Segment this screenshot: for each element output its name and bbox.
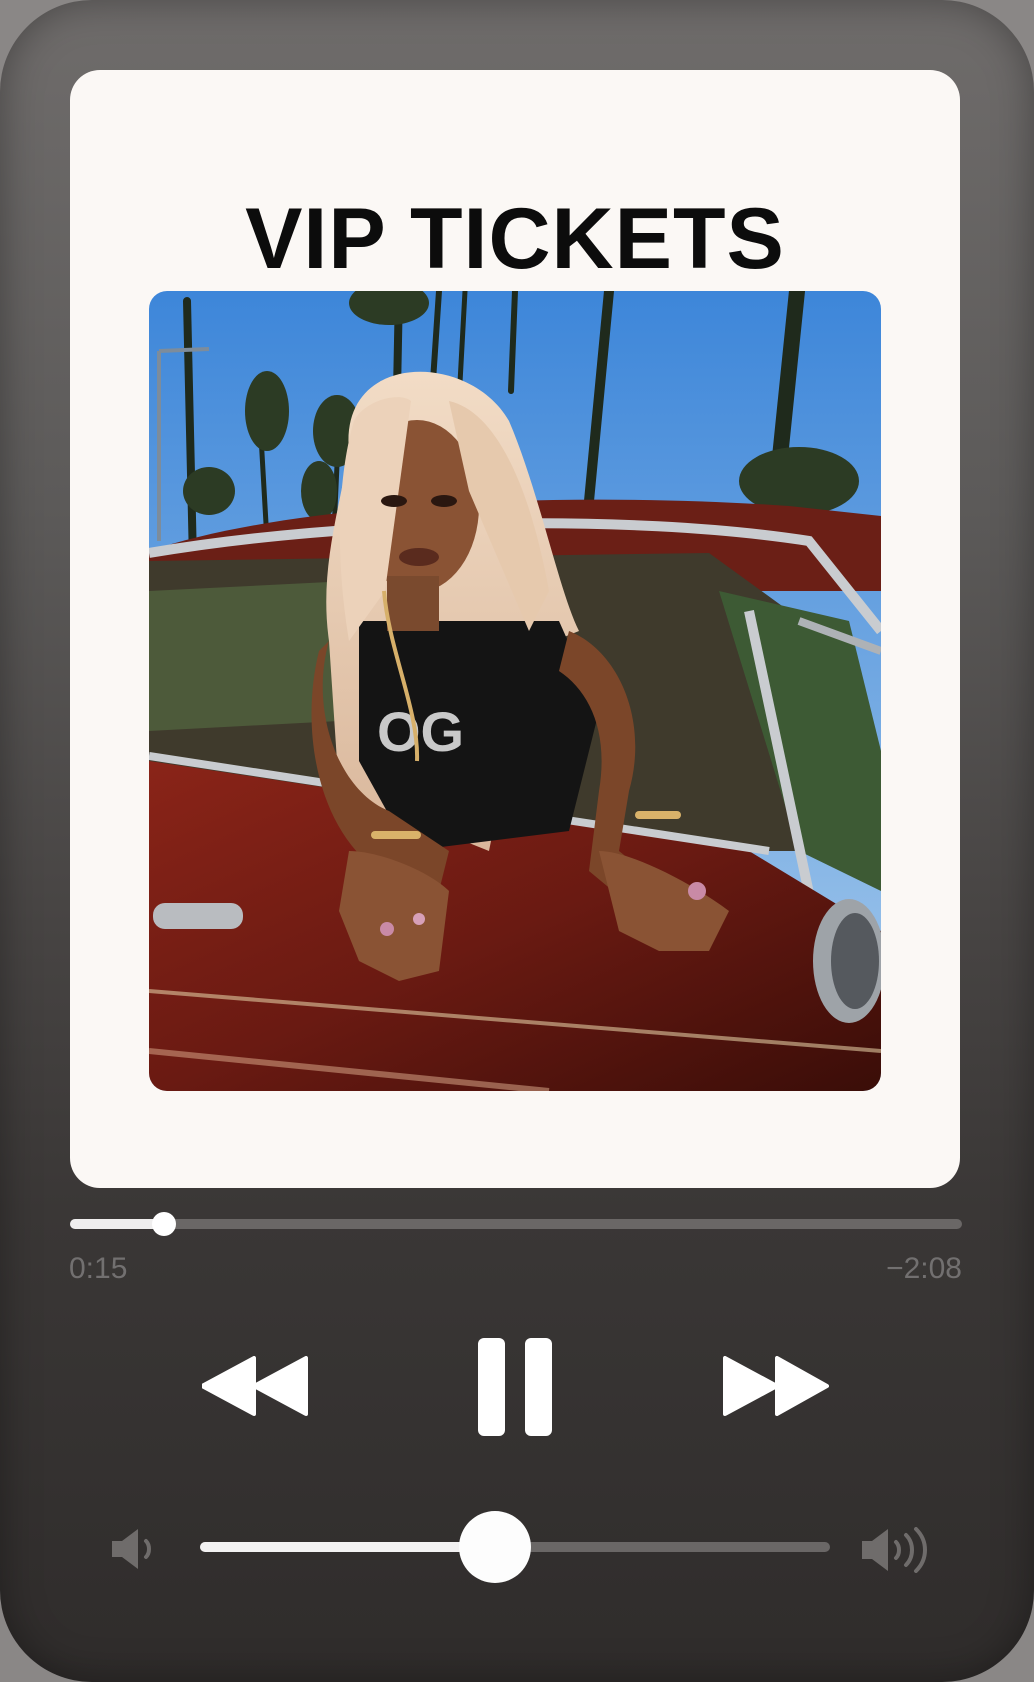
fast-forward-icon <box>723 1356 829 1416</box>
svg-text:OG: OG <box>377 700 464 763</box>
playback-progress-fill <box>70 1219 164 1229</box>
playback-scrubber-knob[interactable] <box>151 1212 176 1236</box>
remaining-time: −2:08 <box>886 1252 962 1285</box>
volume-level-fill <box>200 1542 495 1552</box>
volume-slider-knob[interactable] <box>458 1511 531 1583</box>
volume-high-icon <box>862 1527 934 1578</box>
rewind-button[interactable] <box>200 1356 308 1421</box>
volume-slider[interactable] <box>200 1511 830 1583</box>
fast-forward-button[interactable] <box>723 1356 829 1421</box>
volume-low-icon <box>112 1527 160 1576</box>
rewind-icon <box>200 1356 308 1416</box>
album-card: VIP TICKETS OG <box>70 70 960 1188</box>
album-artwork: OG <box>149 291 881 1091</box>
elapsed-time: 0:15 <box>69 1252 128 1285</box>
playback-scrubber[interactable] <box>70 1212 962 1236</box>
pause-button[interactable] <box>478 1338 552 1441</box>
pause-icon <box>478 1338 552 1436</box>
card-title: VIP TICKETS <box>245 191 785 287</box>
music-player: VIP TICKETS OG 0:15 −2:08 <box>0 0 1034 1682</box>
